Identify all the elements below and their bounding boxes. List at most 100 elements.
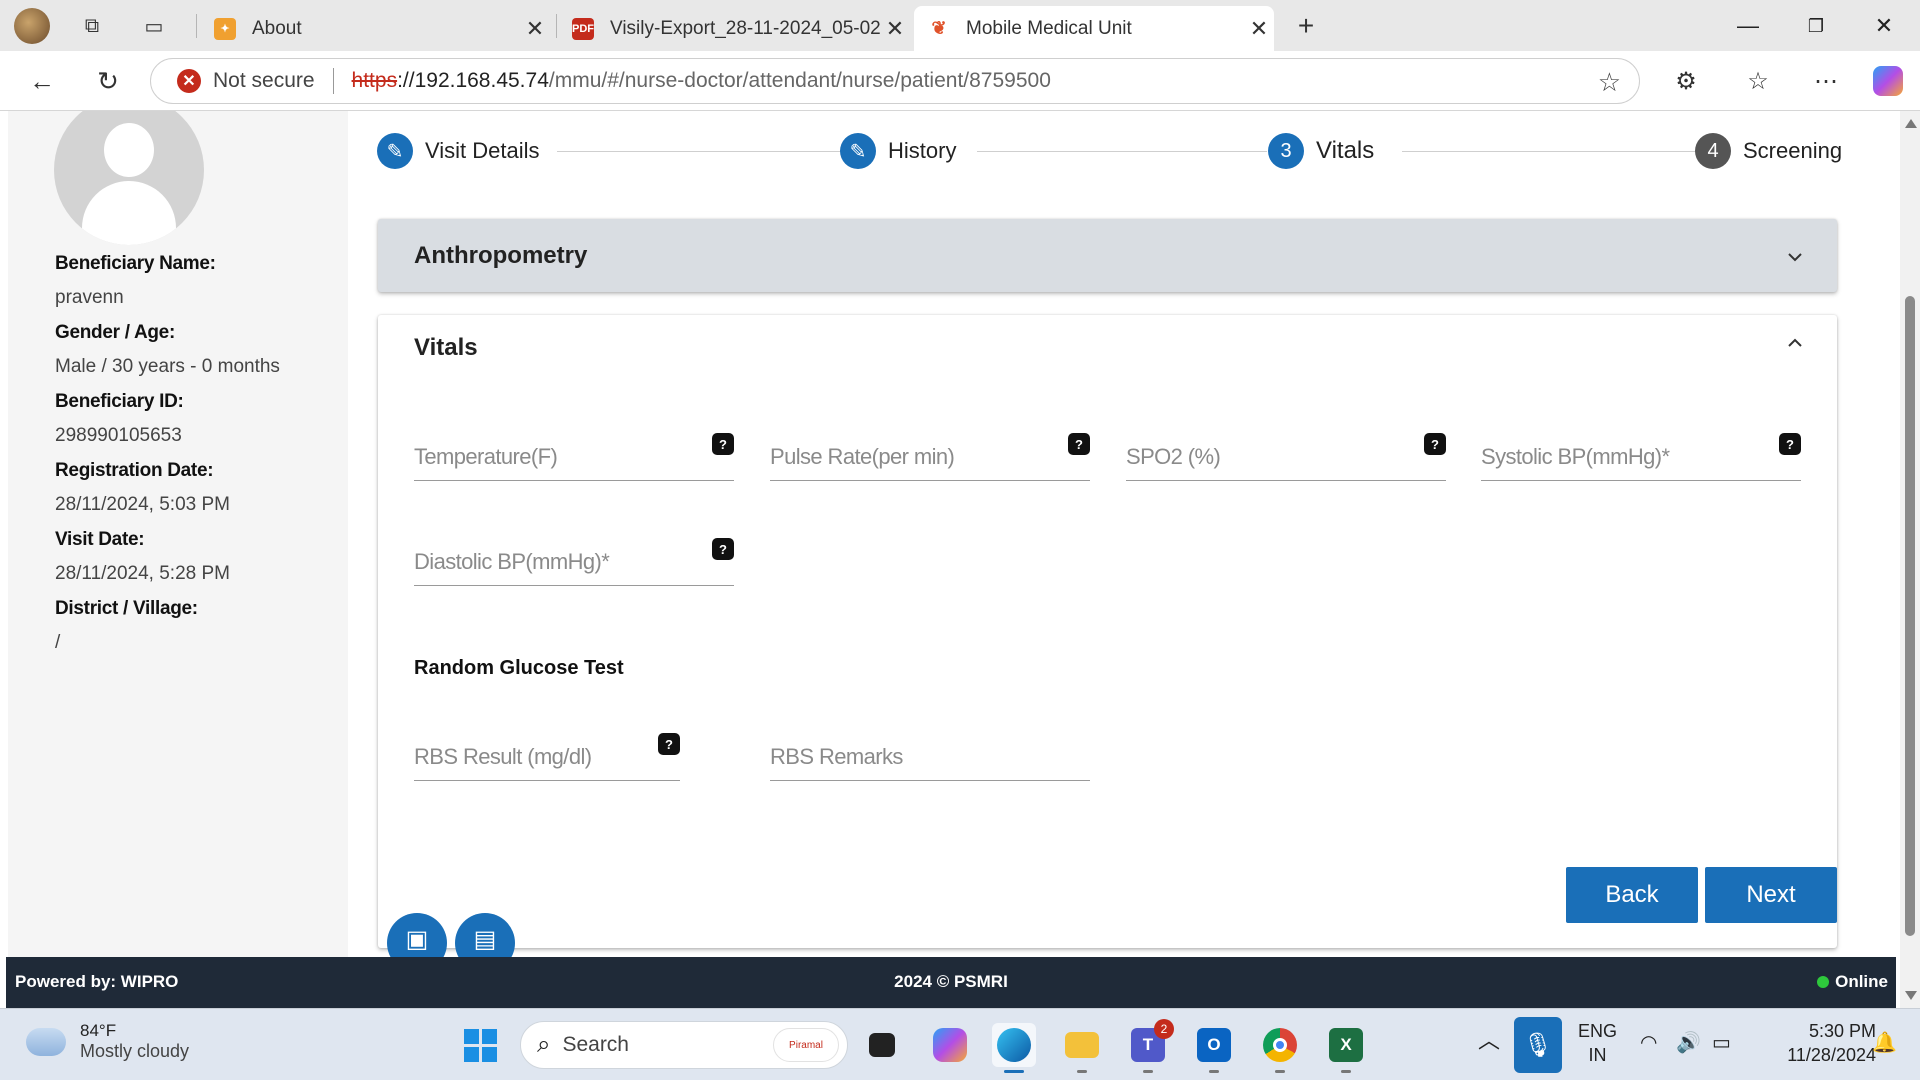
district-village-label: District / Village: [55,598,198,619]
not-secure-icon[interactable]: ✕ [177,69,201,93]
browser-toolbar: ← ↻ ✕ Not secure https://192.168.45.74/m… [0,51,1920,111]
device-help-icon[interactable]: ? [1779,433,1801,455]
chevron-up-icon[interactable] [1787,335,1803,351]
edge-app[interactable] [992,1023,1036,1073]
spo2-field[interactable]: SPO2 (%) ? [1126,433,1446,481]
about-favicon-icon: ✦ [214,17,236,40]
edge-browser-icon [997,1028,1031,1062]
rbs-result-placeholder: RBS Result (mg/dl) [414,744,592,769]
diastolic-bp-field[interactable]: Diastolic BP(mmHg)* ? [414,538,734,586]
teams-app[interactable]: T2 [1126,1019,1174,1073]
device-help-icon[interactable]: ? [658,733,680,755]
close-window-icon[interactable]: ✕ [1864,8,1904,44]
rbs-result-field[interactable]: RBS Result (mg/dl) ? [414,733,680,781]
copilot-app[interactable] [928,1023,972,1067]
security-label[interactable]: Not secure [213,69,315,93]
new-tab-icon[interactable]: + [1290,10,1322,42]
device-help-icon[interactable]: ? [712,538,734,560]
minimize-icon[interactable]: — [1728,8,1768,44]
reload-icon[interactable]: ↻ [88,63,128,99]
temperature-field[interactable]: Temperature(F) ? [414,433,734,481]
language-code: ENG [1578,1021,1618,1041]
folder-icon [1065,1032,1099,1058]
language-indicator[interactable]: ENG IN [1578,1019,1617,1067]
address-bar[interactable]: ✕ Not secure https://192.168.45.74/mmu/#… [150,58,1640,104]
step-vitals[interactable]: 3 Vitals [1268,131,1374,171]
random-glucose-title: Random Glucose Test [414,657,624,679]
scroll-thumb[interactable] [1905,296,1915,936]
close-tab-icon[interactable]: ✕ [520,16,550,42]
systolic-bp-field[interactable]: Systolic BP(mmHg)* ? [1481,433,1801,481]
favorites-icon[interactable]: ☆ [1738,63,1778,99]
workspaces-icon[interactable]: ⧉ [76,10,108,42]
temperature-placeholder: Temperature(F) [414,444,558,469]
step-label: Screening [1743,138,1843,163]
volume-icon[interactable]: 🔊 [1676,1031,1701,1055]
excel-app[interactable]: X [1324,1023,1368,1073]
search-highlight-logo[interactable]: Piramal [773,1028,839,1062]
page-scrollbar[interactable] [1900,111,1920,1008]
next-button[interactable]: Next [1705,867,1837,923]
anthropometry-panel[interactable]: Anthropometry [378,219,1837,292]
workflow-stepper: ✎ Visit Details ✎ History 3 Vitals 4 Scr… [377,131,1842,171]
app-favicon-icon: ❦ [928,17,950,40]
profile-avatar[interactable] [14,8,50,44]
restore-icon[interactable]: ❐ [1796,8,1836,44]
chevron-down-icon[interactable] [1787,249,1803,265]
beneficiary-id-value: 298990105653 [55,425,182,446]
start-button[interactable] [458,1023,502,1067]
beneficiary-name-value: pravenn [55,287,124,308]
step-history[interactable]: ✎ History [840,131,956,171]
taskbar-search[interactable]: ⌕ Search Piramal [520,1021,848,1069]
device-help-icon[interactable]: ? [1424,433,1446,455]
tab-about[interactable]: ✦ About ✕ [200,6,550,51]
diastolic-bp-placeholder: Diastolic BP(mmHg)* [414,549,610,574]
gender-age-value: Male / 30 years - 0 months [55,356,280,377]
favorite-star-icon[interactable]: ☆ [1598,67,1621,98]
visit-date-label: Visit Date: [55,529,145,550]
notifications-bell-icon[interactable]: 🔔 [1872,1031,1897,1055]
close-tab-icon[interactable]: ✕ [880,16,910,42]
weather-description: Mostly cloudy [80,1041,190,1061]
step-screening[interactable]: 4 Screening [1695,131,1842,171]
pulse-rate-placeholder: Pulse Rate(per min) [770,444,955,469]
online-dot-icon [1817,976,1830,988]
task-view-app[interactable] [860,1023,904,1067]
pulse-rate-field[interactable]: Pulse Rate(per min) ? [770,433,1090,481]
battery-icon[interactable]: ▭ [1712,1031,1731,1055]
tab-actions-icon[interactable]: ▭ [138,10,170,42]
step-number: 3 [1268,133,1304,169]
device-help-icon[interactable]: ? [1068,433,1090,455]
step-visit-details[interactable]: ✎ Visit Details [377,131,540,171]
copilot-icon[interactable] [1868,63,1908,99]
outlook-app[interactable]: O [1192,1023,1236,1073]
rbs-remarks-field[interactable]: RBS Remarks [770,733,1090,781]
scroll-up-icon[interactable] [1905,119,1917,128]
patient-sidebar: Beneficiary Name: pravenn Gender / Age: … [8,111,348,957]
scroll-down-icon[interactable] [1905,991,1917,1000]
show-hidden-icons-chevron-icon[interactable]: ︿ [1478,1029,1500,1053]
vitals-panel: Vitals Temperature(F) ? Pulse Rate(per m… [378,315,1837,948]
more-options-icon[interactable]: ⋯ [1806,63,1846,99]
rbs-remarks-placeholder: RBS Remarks [770,744,903,769]
microphone-icon[interactable]: 🎙 [1514,1017,1562,1073]
close-tab-icon[interactable]: ✕ [1244,16,1274,42]
chrome-app[interactable] [1258,1023,1302,1073]
browser-tab-strip: ⧉ ▭ ✦ About ✕ PDF Visily-Export_28-11-20… [0,0,1920,51]
wifi-icon[interactable]: ◠ [1640,1031,1657,1055]
clock-time: 5:30 PM [1808,1021,1876,1041]
edit-pencil-icon: ✎ [840,133,876,169]
system-clock[interactable]: 5:30 PM 11/28/2024 [1760,1019,1876,1067]
spo2-placeholder: SPO2 (%) [1126,444,1221,469]
tab-mobile-medical-unit[interactable]: ❦ Mobile Medical Unit ✕ [914,6,1274,51]
tab-visily-export[interactable]: PDF Visily-Export_28-11-2024_05-02.p ✕ [558,6,910,51]
file-explorer-app[interactable] [1060,1023,1104,1073]
step-label: History [888,138,957,163]
device-help-icon[interactable]: ? [712,433,734,455]
back-arrow-icon[interactable]: ← [22,63,62,99]
patient-info: Beneficiary Name: pravenn Gender / Age: … [55,247,345,661]
weather-widget[interactable]: 84°F Mostly cloudy [26,1021,189,1062]
extensions-icon[interactable]: ⚙ [1666,63,1706,99]
search-icon: ⌕ [537,1031,551,1058]
back-button[interactable]: Back [1566,867,1698,923]
